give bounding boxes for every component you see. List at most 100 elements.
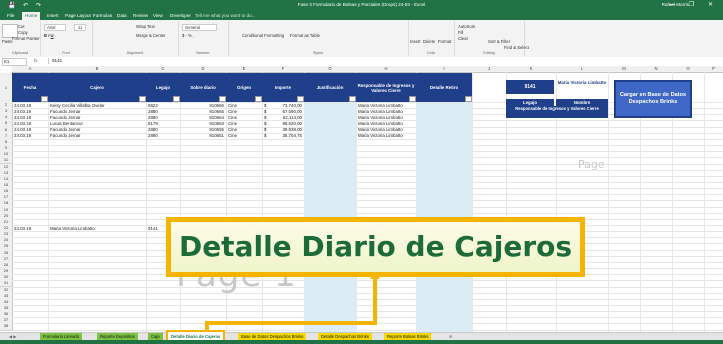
font-size-select[interactable]: 11 xyxy=(74,24,87,31)
merge-center-button[interactable]: Merge & Center xyxy=(136,33,166,38)
formula-input[interactable]: 9141 xyxy=(48,58,652,64)
styles-label: Styles xyxy=(312,51,324,55)
copy-button[interactable]: Copy xyxy=(18,30,28,35)
panel-legajo-value[interactable]: 9141 xyxy=(506,80,554,94)
format-cells-button[interactable]: Format xyxy=(438,39,451,44)
number-format-select[interactable]: General xyxy=(182,24,217,31)
horizontal-gridline xyxy=(12,304,723,306)
tab-data[interactable]: Data xyxy=(114,12,130,20)
cell-fecha[interactable]: 24.03.19 xyxy=(14,225,46,232)
find-select-button[interactable]: Find & Select xyxy=(504,45,529,50)
font-name-select[interactable]: Arial xyxy=(44,24,67,31)
page-watermark-small: Page xyxy=(578,158,605,171)
name-box[interactable]: K1 xyxy=(2,58,27,66)
cells-label: Cells xyxy=(426,51,436,55)
tab-home[interactable]: Home xyxy=(22,12,41,20)
sort-filter-button[interactable]: Sort & Filter xyxy=(488,39,510,44)
horizontal-gridline xyxy=(12,200,723,202)
number-label: Number xyxy=(196,51,210,55)
column-header-e[interactable]: E xyxy=(226,66,263,73)
editing-group: AutoSum Fill Clear Sort & Filter Find & … xyxy=(454,21,529,56)
panel-nombre-value[interactable]: Maria Victoria Limbatto xyxy=(556,80,608,94)
column-header-b[interactable]: B xyxy=(48,66,147,73)
autosum-button[interactable]: AutoSum xyxy=(458,24,475,29)
horizontal-gridline xyxy=(12,145,723,147)
horizontal-gridline xyxy=(12,151,723,153)
column-header-m[interactable]: M xyxy=(608,66,641,73)
tab-view[interactable]: View xyxy=(150,12,166,20)
cell-moneda[interactable]: $ xyxy=(264,132,268,139)
column-header-l[interactable]: L xyxy=(556,66,609,73)
conditional-formatting-button[interactable]: Conditional Formatting xyxy=(242,33,284,38)
cell-fecha[interactable]: 24.03.19 xyxy=(14,132,46,139)
filter-dropdown-icon[interactable] xyxy=(349,96,356,102)
column-header-h[interactable]: H xyxy=(356,66,417,73)
header-cajero[interactable]: Cajero xyxy=(48,73,146,102)
cell-cajero[interactable]: Facundo Jemar xyxy=(50,132,144,139)
cell-sobre[interactable]: 910651 xyxy=(182,132,224,139)
fill-button[interactable]: Fill xyxy=(458,30,463,35)
column-header-n[interactable]: N xyxy=(640,66,673,73)
cell-origen[interactable]: Cine xyxy=(228,132,260,139)
cut-button[interactable]: Cut xyxy=(18,24,25,29)
ribbon: Paste Cut Copy Format Painter Clipboard … xyxy=(0,20,723,58)
insert-cells-button[interactable]: Insert xyxy=(410,39,420,44)
horizontal-gridline xyxy=(12,188,723,190)
arrow-line-vertical xyxy=(373,278,377,323)
tab-review[interactable]: Review xyxy=(130,12,151,20)
horizontal-gridline xyxy=(12,329,723,331)
cell-legajo[interactable]: 2880 xyxy=(148,132,178,139)
cell-responsable[interactable]: Maria Victoria Limbatto xyxy=(358,132,414,139)
bold-button[interactable]: B I U xyxy=(44,33,54,38)
column-header-d[interactable]: D xyxy=(180,66,227,73)
editing-label: Editing xyxy=(483,51,495,55)
window-controls[interactable]: — ❐ ✕ xyxy=(669,1,719,8)
clear-button[interactable]: Clear xyxy=(458,36,468,41)
horizontal-gridline xyxy=(12,292,723,294)
fx-icon[interactable]: fx xyxy=(34,58,38,63)
horizontal-gridline xyxy=(12,317,723,319)
tab-formulas[interactable]: Formulas xyxy=(90,12,115,20)
currency-button[interactable]: $ - % , xyxy=(182,33,194,38)
cell-importe[interactable]: 35.704,75 xyxy=(272,132,302,139)
tell-me-search[interactable]: Tell me what you want to do... xyxy=(192,12,259,20)
column-header-i[interactable]: I xyxy=(416,66,473,73)
column-header-f[interactable]: F xyxy=(262,66,305,73)
column-header-c[interactable]: C xyxy=(146,66,181,73)
horizontal-gridline xyxy=(12,194,723,196)
clipboard-group: Paste Cut Copy Format Painter Clipboard xyxy=(0,21,41,56)
font-label: Font xyxy=(62,51,70,55)
filter-dropdown-icon[interactable] xyxy=(465,96,472,102)
format-painter-button[interactable]: Format Painter xyxy=(12,36,40,41)
column-header-p[interactable]: P xyxy=(704,66,723,73)
horizontal-gridline xyxy=(12,169,723,171)
column-header-k[interactable]: K xyxy=(506,66,557,73)
horizontal-gridline xyxy=(12,206,723,208)
header-detalle-retiro[interactable]: Detalle Retiro xyxy=(416,73,472,102)
column-header-a[interactable]: A xyxy=(12,66,49,73)
panel-nombre-label: Nombre xyxy=(556,99,608,106)
clipboard-label: Clipboard xyxy=(11,51,29,55)
header-responsable[interactable]: Responsable de Ingresos y Valores Cierre xyxy=(356,73,416,102)
tab-file[interactable]: File xyxy=(4,12,17,20)
column-header-g[interactable]: G xyxy=(304,66,357,73)
delete-cells-button[interactable]: Delete xyxy=(423,39,435,44)
format-as-table-button[interactable]: Format as Table xyxy=(290,33,320,38)
sheet-callout: Detalle Diario de Cajeros xyxy=(166,217,585,277)
column-header-j[interactable]: J xyxy=(472,66,507,73)
cell-cajero[interactable]: Maria Victoria Limbatto xyxy=(50,225,144,232)
alignment-group: Wrap Text Merge & Center Alignment xyxy=(92,21,179,56)
horizontal-gridline xyxy=(12,157,723,159)
tab-insert[interactable]: Insert xyxy=(44,12,62,20)
window-title: Fase 3 Formulario de Bolsas y Parciales … xyxy=(297,2,426,7)
wrap-text-button[interactable]: Wrap Text xyxy=(136,24,155,29)
horizontal-gridline xyxy=(12,311,723,313)
worksheet-grid[interactable]: ABCDEFGHIJKLMNOP 1 2 3 4 5 6 7 8 9 10 11 12 13 14 15 16… xyxy=(0,66,723,332)
number-group: General $ - % , Number xyxy=(178,21,229,56)
font-group: Arial 11 B I U Font xyxy=(40,21,93,56)
alignment-label: Alignment xyxy=(126,51,144,55)
cargar-despachos-button[interactable]: Cargar en Base de Datos Despachos Brinks xyxy=(614,80,692,118)
column-header-o[interactable]: O xyxy=(672,66,705,73)
tab-developer[interactable]: Developer xyxy=(167,12,194,20)
status-bar xyxy=(0,340,723,344)
